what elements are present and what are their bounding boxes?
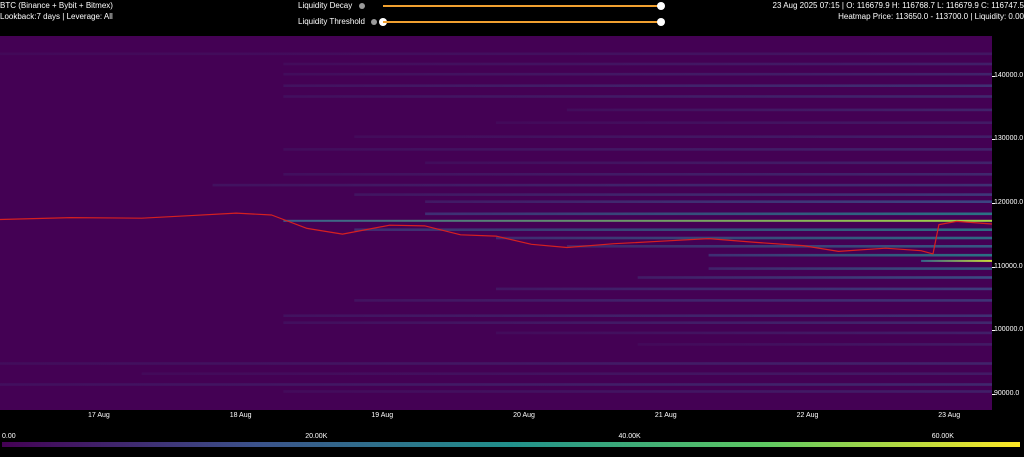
- colorbar-tick-label: 60.00K: [931, 433, 954, 440]
- liquidity-band: [354, 193, 992, 196]
- liquidity-band: [496, 287, 992, 291]
- liquidity-band: [354, 135, 992, 138]
- liquidity-band: [283, 314, 992, 317]
- colorbar-gradient: [2, 442, 1020, 447]
- x-tick-label: 19 Aug: [371, 412, 394, 419]
- y-tick-label: 130000.0: [994, 135, 1024, 143]
- liquidity-band: [921, 259, 992, 262]
- lookback-info: Lookback:7 days | Leverage: All: [0, 12, 113, 21]
- colorbar-tick-label: 40.00K: [618, 433, 641, 440]
- liquidity-decay-slider[interactable]: [383, 5, 661, 7]
- liquidity-band: [566, 108, 992, 112]
- heatmap-price-readout: Heatmap Price: 113650.0 - 113700.0 | Liq…: [838, 12, 1024, 21]
- liquidity-band: [425, 161, 992, 165]
- liquidity-band: [708, 267, 992, 270]
- liquidity-band: [708, 253, 992, 257]
- info-icon[interactable]: [371, 19, 377, 25]
- liquidity-band: [0, 52, 992, 56]
- liquidity-band: [496, 121, 992, 124]
- y-tick-label: 110000.0: [994, 262, 1023, 270]
- liquidity-band: [283, 95, 992, 98]
- liquidity-threshold-label: Liquidity Threshold: [298, 17, 366, 26]
- y-tick-label: 90000.0: [994, 390, 1020, 398]
- liquidity-threshold-slider[interactable]: [383, 21, 661, 23]
- info-icon[interactable]: [359, 3, 365, 9]
- price-axis: 90000.0 100000.0 110000.0 120000.0 130000.0 1…: [992, 36, 1024, 410]
- liquidity-band: [0, 362, 992, 365]
- x-tick-label: 22 Aug: [796, 412, 819, 419]
- liquidity-band: [283, 148, 992, 151]
- liquidity-band: [283, 72, 992, 76]
- liquidity-band: [283, 321, 992, 324]
- y-tick-label: 140000.0: [994, 71, 1024, 79]
- liquidity-band: [0, 383, 992, 386]
- liquidity-decay-slider-knob[interactable]: [657, 2, 665, 10]
- y-tick-label: 120000.0: [994, 198, 1024, 206]
- liquidity-band: [283, 390, 992, 393]
- liquidity-heatmap-area[interactable]: [0, 36, 992, 410]
- liquidity-band: [566, 245, 992, 248]
- x-tick-label: 17 Aug: [87, 412, 110, 419]
- liquidity-band: [212, 183, 992, 187]
- colorbar-tick-label: 20.00K: [305, 433, 328, 440]
- y-tick-label: 100000.0: [994, 326, 1024, 334]
- liquidity-band: [354, 228, 992, 231]
- chart-title: BTC (Binance + Bybit + Bitmex): [0, 1, 113, 10]
- x-tick-label: 20 Aug: [513, 412, 535, 419]
- liquidity-band: [141, 372, 992, 375]
- heatmap-background: [0, 36, 992, 410]
- ohlc-readout: 23 Aug 2025 07:15 | O: 116679.9 H: 11676…: [772, 1, 1024, 10]
- liquidity-band: [283, 62, 992, 66]
- x-tick-label: 23 Aug: [938, 412, 961, 419]
- liquidity-band: [496, 331, 992, 335]
- liquidity-band: [283, 219, 992, 222]
- liquidity-decay-label: Liquidity Decay: [298, 1, 353, 10]
- colorbar: [2, 442, 1020, 447]
- liquidity-band: [496, 236, 992, 240]
- liquidity-band: [637, 343, 992, 346]
- liquidity-band: [425, 200, 992, 203]
- liquidity-threshold-slider-knob[interactable]: [657, 18, 665, 26]
- liquidity-band: [283, 84, 992, 87]
- liquidity-band: [283, 173, 992, 176]
- liquidity-band: [425, 212, 992, 216]
- x-tick-label: 18 Aug: [229, 412, 252, 419]
- liquidity-band: [637, 276, 992, 279]
- liquidity-band: [354, 299, 992, 302]
- colorbar-tick-label: 0.00: [2, 433, 16, 440]
- x-tick-label: 21 Aug: [654, 412, 677, 419]
- liquidity-heatmap: [0, 36, 992, 410]
